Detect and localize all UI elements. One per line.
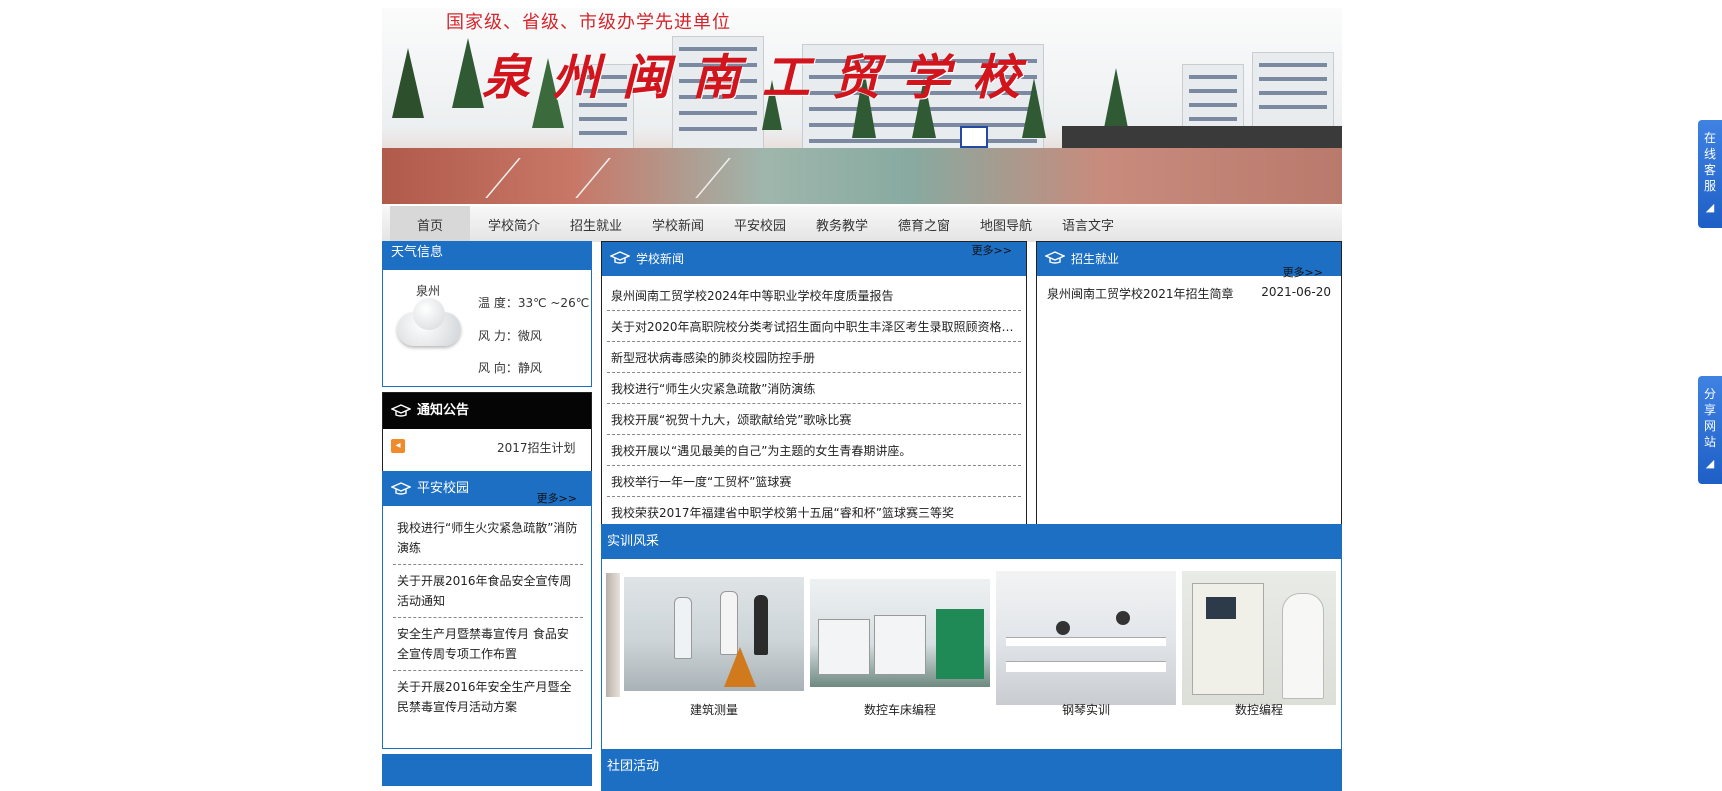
list-item-date: 2021-06-20: [1261, 285, 1331, 299]
photo-surveying[interactable]: [624, 577, 804, 691]
list-item[interactable]: 我校进行“师生火灾紧急疏散”消防演练: [607, 373, 1021, 404]
photo-cnc-lathe[interactable]: [810, 579, 990, 687]
safe-campus-title: 平安校园: [417, 481, 470, 496]
list-item[interactable]: 关于开展2016年安全生产月暨全民禁毒宣传月活动方案: [393, 671, 583, 723]
safe-campus-more-link[interactable]: 更多>>: [537, 490, 577, 506]
photo-piano[interactable]: [996, 571, 1176, 705]
online-service-label: 在线客服: [1704, 131, 1717, 193]
signal-icon: ◢: [1705, 201, 1715, 214]
notice-marquee-item[interactable]: 2017招生计划: [497, 439, 576, 456]
tree: [392, 48, 424, 118]
weather-title: 天气信息: [391, 245, 444, 260]
notice-title: 通知公告: [417, 403, 470, 418]
weather-wind-force: 风 力：微风: [478, 329, 542, 343]
school-news-panel: 学校新闻 更多>> 泉州闽南工贸学校2024年中等职业学校年度质量报告 关于对2…: [601, 241, 1027, 525]
list-item[interactable]: 我校荣获2017年福建省中职学校第十五届“睿和杯”篮球赛三等奖: [607, 497, 1021, 524]
graduation-cap-icon: [610, 251, 630, 264]
photo-cnc-programming[interactable]: [1182, 571, 1336, 705]
playground: [382, 148, 1342, 204]
weather-temperature: 温 度：33℃ ~26℃: [478, 296, 590, 310]
tree: [452, 38, 484, 108]
nav-item-news[interactable]: 学校新闻: [646, 206, 710, 242]
enrollment-title: 招生就业: [1071, 252, 1120, 266]
nav-item-language[interactable]: 语言文字: [1056, 206, 1120, 242]
training-title: 实训风采: [607, 534, 660, 549]
list-item[interactable]: 我校进行“师生火灾紧急疏散”消防演练: [393, 512, 583, 565]
list-item[interactable]: 新型冠状病毒感染的肺炎校园防控手册: [607, 342, 1021, 373]
nav-item-safe-campus[interactable]: 平安校园: [728, 206, 792, 242]
signal-icon: ◢: [1705, 457, 1715, 470]
header-banner: 国家级、省级、市级办学先进单位 泉州闽南工贸学校: [382, 8, 1342, 204]
share-website-label: 分享网站: [1704, 387, 1717, 449]
nav-item-enrollment[interactable]: 招生就业: [564, 206, 628, 242]
school-news-title: 学校新闻: [636, 252, 685, 266]
photo-caption[interactable]: 数控编程: [1182, 701, 1336, 718]
school-news-list: 泉州闽南工贸学校2024年中等职业学校年度质量报告 关于对2020年高职院校分类…: [602, 280, 1026, 524]
nav-item-map[interactable]: 地图导航: [974, 206, 1038, 242]
share-website-tab[interactable]: 分享网站 ◢: [1698, 376, 1722, 484]
list-item[interactable]: 我校开展“祝贺十九大，颂歌献给党”歌咏比赛: [607, 404, 1021, 435]
main-nav: 首页 学校简介 招生就业 学校新闻 平安校园 教务教学 德育之窗 地图导航 语言…: [382, 206, 1342, 242]
graduation-cap-icon: [391, 482, 411, 495]
list-item[interactable]: 泉州闽南工贸学校2024年中等职业学校年度质量报告: [607, 280, 1021, 311]
list-item[interactable]: 我校开展以“遇见最美的自己”为主题的女生青春期讲座。: [607, 435, 1021, 466]
list-item[interactable]: 我校举行一年一度“工贸杯”篮球赛: [607, 466, 1021, 497]
nav-item-intro[interactable]: 学校简介: [482, 206, 546, 242]
nav-item-moral[interactable]: 德育之窗: [892, 206, 956, 242]
left-panel-bottom: [382, 754, 592, 786]
nav-item-home[interactable]: 首页: [390, 206, 470, 242]
graduation-cap-icon: [391, 404, 411, 417]
speaker-icon: ◂: [391, 439, 405, 453]
graduation-cap-icon: [1045, 251, 1065, 264]
photo-caption[interactable]: 钢琴实训: [996, 701, 1176, 718]
training-panel: 实训风采 建筑测量 数控车床编程 钢琴实训 数控编程: [601, 524, 1342, 750]
weather-city: 泉州: [416, 284, 441, 298]
cloud-icon: [397, 298, 461, 346]
online-service-tab[interactable]: 在线客服 ◢: [1698, 120, 1722, 228]
list-item[interactable]: 泉州闽南工贸学校2021年招生简章: [1047, 285, 1234, 302]
weather-wind-direction: 风 向：静风: [478, 361, 542, 375]
nav-item-teaching[interactable]: 教务教学: [810, 206, 874, 242]
club-title: 社团活动: [607, 759, 660, 774]
building: [1252, 52, 1334, 134]
weather-panel: 天气信息 泉州 温 度：33℃ ~26℃ 风 力：微风 风 向：静风: [382, 241, 592, 387]
photo-edge: [606, 573, 620, 697]
banner-subtitle: 国家级、省级、市级办学先进单位: [446, 12, 731, 33]
photo-caption[interactable]: 建筑测量: [624, 701, 804, 718]
list-item[interactable]: 关于对2020年高职院校分类考试招生面向中职生丰泽区考生录取照顾资格认定结果的公…: [607, 311, 1021, 342]
list-item[interactable]: 安全生产月暨禁毒宣传月 食品安全宣传周专项工作布置: [393, 618, 583, 671]
photo-caption[interactable]: 数控车床编程: [810, 701, 990, 718]
safe-campus-panel: 平安校园 更多>> 我校进行“师生火灾紧急疏散”消防演练 关于开展2016年食品…: [382, 471, 592, 749]
enrollment-more-link[interactable]: 更多>>: [1283, 264, 1323, 280]
club-panel: 社团活动: [601, 749, 1342, 791]
notice-panel: 通知公告 ◂ 2017招生计划: [382, 392, 592, 472]
safe-campus-list: 我校进行“师生火灾紧急疏散”消防演练 关于开展2016年食品安全宣传周活动通知 …: [383, 512, 591, 723]
enrollment-panel: 招生就业 更多>> 泉州闽南工贸学校2021年招生简章 2021-06-20: [1036, 241, 1342, 525]
school-news-more-link[interactable]: 更多>>: [972, 242, 1012, 258]
list-item[interactable]: 关于开展2016年食品安全宣传周活动通知: [393, 565, 583, 618]
school-name: 泉州闽南工贸学校: [482, 50, 1043, 106]
